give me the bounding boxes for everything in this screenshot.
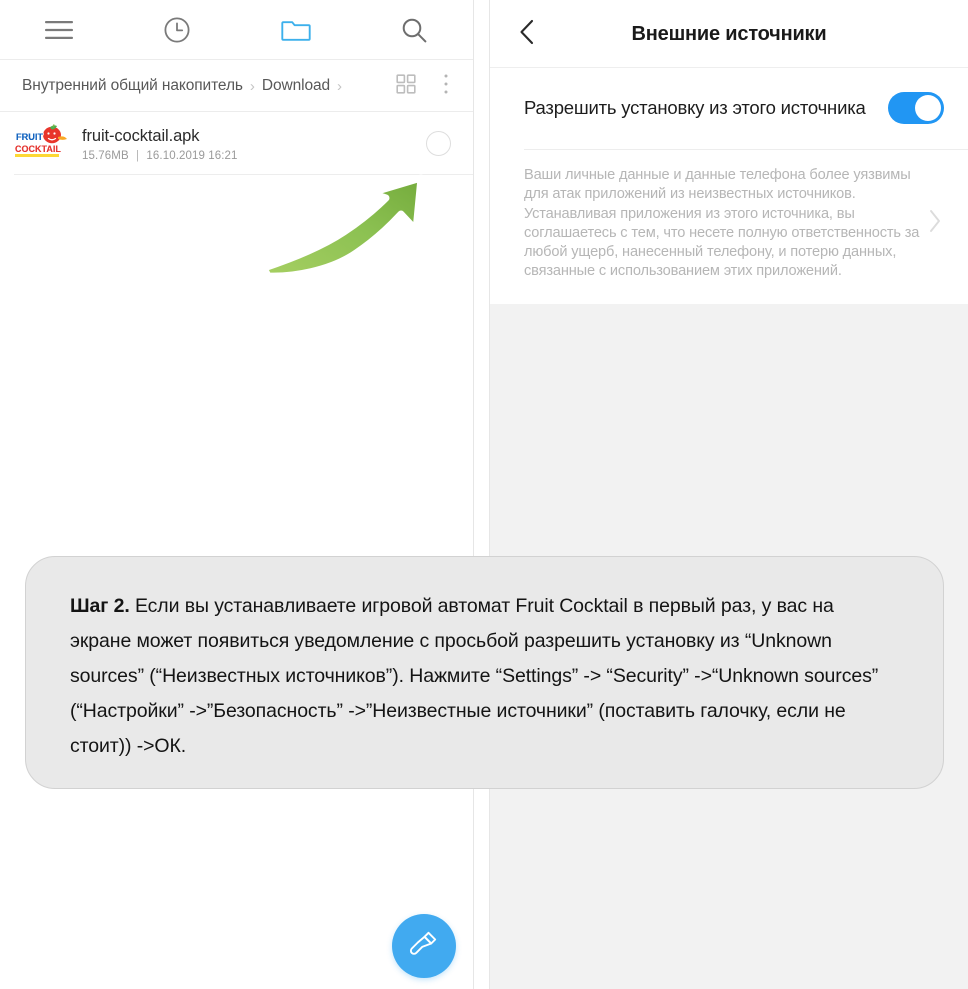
- grid-view-button[interactable]: [393, 73, 419, 99]
- chevron-right-icon: [927, 208, 943, 239]
- settings-screen: Внешние источники Разрешить установку из…: [490, 0, 968, 989]
- allow-install-label: Разрешить установку из этого источника: [524, 97, 866, 118]
- file-manager-toolbar: [0, 0, 473, 60]
- breadcrumb-path: Внутренний общий накопитель › Download ›: [22, 77, 383, 95]
- allow-install-toggle[interactable]: [888, 92, 944, 124]
- breadcrumb-separator-trailing: ›: [337, 77, 343, 95]
- file-subtitle: 15.76MB | 16.10.2019 16:21: [82, 150, 426, 162]
- toggle-knob: [915, 95, 941, 121]
- back-button[interactable]: [510, 17, 544, 51]
- menu-icon: [44, 19, 74, 41]
- breadcrumb-item-root[interactable]: Внутренний общий накопитель: [22, 77, 243, 95]
- panel-divider-left: [473, 0, 474, 989]
- file-list-item[interactable]: FRUIT FRUIT COCKTAIL COCKTAIL fruit-cock…: [0, 112, 473, 175]
- recent-button[interactable]: [118, 0, 236, 60]
- chevron-left-icon: [517, 18, 537, 51]
- breadcrumb-separator: ›: [249, 77, 255, 95]
- folder-icon: [280, 17, 311, 43]
- recent-icon: [163, 16, 191, 44]
- cleanup-brush-icon: [408, 928, 440, 965]
- breadcrumb-tools: [383, 73, 459, 99]
- cleanup-fab-button[interactable]: [392, 914, 456, 978]
- search-button[interactable]: [355, 0, 473, 60]
- allow-install-row[interactable]: Разрешить установку из этого источника: [490, 68, 968, 150]
- file-info: fruit-cocktail.apk 15.76MB | 16.10.2019 …: [82, 126, 426, 162]
- more-options-icon: [443, 73, 449, 100]
- file-date: 16.10.2019 16:21: [146, 149, 238, 162]
- settings-header: Внешние источники: [490, 0, 968, 68]
- breadcrumb: Внутренний общий накопитель › Download ›: [0, 60, 473, 112]
- panel-gutter: [474, 0, 489, 989]
- folder-button[interactable]: [237, 0, 355, 60]
- file-manager-screen: Внутренний общий накопитель › Download ›: [0, 0, 473, 989]
- step-label: Шаг 2.: [70, 595, 130, 617]
- step-instruction-callout: Шаг 2. Если вы устанавливаете игровой ав…: [25, 556, 944, 789]
- grid-view-icon: [396, 73, 416, 99]
- security-description-row[interactable]: Ваши личные данные и данные телефона бол…: [490, 150, 968, 304]
- search-icon: [400, 16, 428, 44]
- file-select-checkbox[interactable]: [426, 131, 451, 156]
- svg-text:COCKTAIL: COCKTAIL: [15, 144, 61, 154]
- page-title: Внешние источники: [631, 22, 827, 45]
- step-body: Если вы устанавливаете игровой автомат F…: [70, 595, 879, 757]
- green-arrow-annotation: [258, 172, 434, 280]
- security-description-text: Ваши личные данные и данные телефона бол…: [524, 167, 920, 280]
- description-detail-button[interactable]: [922, 208, 948, 239]
- file-meta-separator: |: [136, 149, 140, 162]
- file-size: 15.76MB: [82, 149, 129, 162]
- svg-text:FRUIT: FRUIT: [16, 132, 43, 142]
- fruit-cocktail-app-icon: FRUIT FRUIT COCKTAIL COCKTAIL: [14, 123, 70, 164]
- step-instruction-text: Шаг 2. Если вы устанавливаете игровой ав…: [70, 589, 899, 764]
- breadcrumb-item-download[interactable]: Download: [262, 77, 330, 95]
- file-name: fruit-cocktail.apk: [82, 126, 200, 145]
- more-options-button[interactable]: [433, 73, 459, 99]
- menu-button[interactable]: [0, 0, 118, 60]
